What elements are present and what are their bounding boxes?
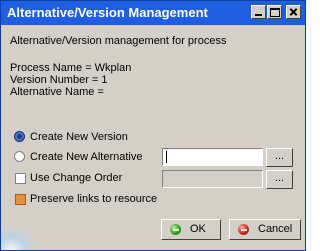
maximize-button[interactable]	[267, 5, 282, 19]
preserve-links-label[interactable]: Preserve links to resource	[30, 193, 157, 206]
create-new-version-label[interactable]: Create New Version	[30, 131, 128, 144]
use-change-order-checkbox[interactable]	[15, 173, 26, 184]
preserve-links-checkbox[interactable]	[15, 194, 26, 205]
create-new-alternative-radio[interactable]	[14, 151, 25, 162]
ok-button-label: OK	[190, 223, 206, 235]
cancel-button[interactable]: Cancel	[229, 219, 301, 240]
alternative-name-input[interactable]	[162, 148, 263, 166]
create-new-version-radio[interactable]	[14, 131, 25, 142]
change-order-input[interactable]	[162, 170, 263, 188]
cancel-button-label: Cancel	[258, 223, 293, 235]
ok-button[interactable]: OK	[161, 219, 221, 240]
alternative-name-text: Alternative Name =	[10, 86, 104, 98]
use-change-order-label[interactable]: Use Change Order	[30, 172, 122, 185]
text-caret	[166, 151, 167, 163]
browse-change-order-button[interactable]: ...	[266, 170, 293, 189]
dialog-heading: Alternative/Version management for proce…	[10, 35, 227, 47]
window-title: Alternative/Version Management	[7, 5, 208, 20]
cancel-icon	[238, 224, 249, 235]
browse-alternative-button[interactable]: ...	[266, 148, 293, 167]
close-button[interactable]	[286, 5, 301, 19]
ok-icon	[170, 224, 181, 235]
minimize-button[interactable]	[251, 5, 266, 19]
title-bar[interactable]: Alternative/Version Management	[1, 1, 305, 25]
dialog-window: Alternative/Version Management Alternati…	[0, 0, 306, 251]
corner-decoration	[1, 228, 35, 250]
create-new-alternative-label[interactable]: Create New Alternative	[30, 151, 143, 164]
